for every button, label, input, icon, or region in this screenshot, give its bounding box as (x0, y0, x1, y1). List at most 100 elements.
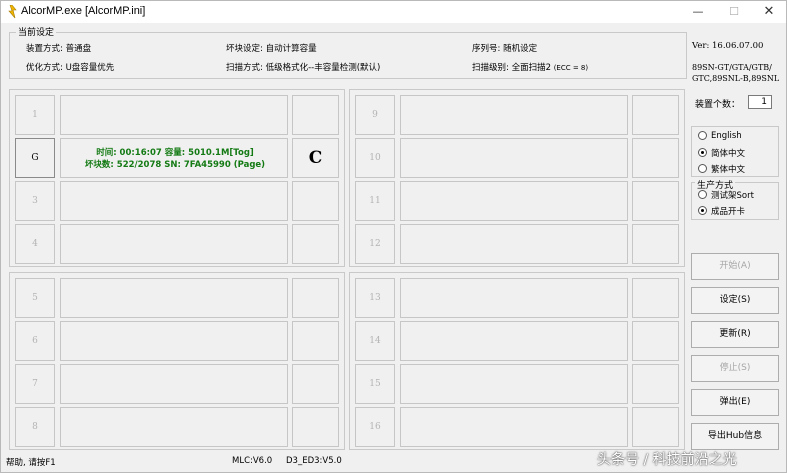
port-button-3[interactable]: 3 (15, 181, 55, 221)
port-info-15 (400, 364, 628, 404)
port-row-5: 5 (15, 278, 339, 318)
current-settings-group: 当前设定 装置方式: 普通盘 优化方式: U盘容量优先 坏块设定: 自动计算容量… (9, 25, 687, 79)
help-text: 帮助, 请按F1 (6, 458, 56, 468)
device-mode-text: 装置方式: 普通盘 (26, 44, 92, 54)
port-info-3 (60, 181, 288, 221)
language-group: English 简体中文 繁体中文 (691, 126, 779, 177)
port-info-6 (60, 321, 288, 361)
watermark-text: 头条号 / 科技前沿之光 (597, 452, 737, 468)
language-traditional-radio[interactable]: 繁体中文 (698, 163, 745, 175)
port-info-12 (400, 224, 628, 264)
eject-button[interactable]: 弹出(E) (691, 389, 779, 416)
production-sort-radio[interactable]: 测试架Sort (698, 189, 754, 201)
port-status-8 (292, 407, 339, 447)
optimize-mode-text: 优化方式: U盘容量优先 (26, 63, 115, 73)
port-status-1 (292, 95, 339, 135)
radio-icon (698, 130, 707, 140)
port-button-7[interactable]: 7 (15, 364, 55, 404)
port-info-9 (400, 95, 628, 135)
scan-level-text: 扫描级别: 全面扫描2 (ECC = 8) (472, 63, 589, 73)
port-row-2: G 时间: 00:16:07 容量: 5010.1M[Tog] 坏块数: 522… (15, 138, 339, 178)
port-info-8 (60, 407, 288, 447)
port-group-9-12: 9 10 11 12 (349, 89, 685, 267)
port-button-10[interactable]: 10 (355, 138, 395, 178)
production-card-radio[interactable]: 成品开卡 (698, 205, 745, 217)
port-info-16 (400, 407, 628, 447)
port-status-9 (632, 95, 679, 135)
port-status-7 (292, 364, 339, 404)
port-status-3 (292, 181, 339, 221)
port-button-6[interactable]: 6 (15, 321, 55, 361)
badblock-setting-text: 坏块设定: 自动计算容量 (226, 44, 317, 54)
port-row-16: 16 (355, 407, 679, 447)
port-button-11[interactable]: 11 (355, 181, 395, 221)
port-button-15[interactable]: 15 (355, 364, 395, 404)
port-status-12 (632, 224, 679, 264)
port-button-13[interactable]: 13 (355, 278, 395, 318)
port-info-2: 时间: 00:16:07 容量: 5010.1M[Tog] 坏块数: 522/2… (60, 138, 288, 178)
refresh-button[interactable]: 更新(R) (691, 321, 779, 348)
port-status-11 (632, 181, 679, 221)
port-status-4 (292, 224, 339, 264)
language-english-radio[interactable]: English (698, 130, 742, 142)
port-row-7: 7 (15, 364, 339, 404)
current-settings-legend: 当前设定 (16, 25, 57, 38)
maximize-button[interactable]: ☐ (717, 1, 751, 23)
radio-icon (698, 163, 707, 173)
device-count-field: 1 (748, 95, 772, 109)
port-info-14 (400, 321, 628, 361)
port-status-6 (292, 321, 339, 361)
port-group-1-4: 1 G 时间: 00:16:07 容量: 5010.1M[Tog] 坏块数: 5… (9, 89, 345, 267)
mlc-version: MLC:V6.0 (232, 456, 273, 466)
port-group-5-8: 5 6 7 8 (9, 272, 345, 450)
export-hub-button[interactable]: 导出Hub信息 (691, 423, 779, 450)
port-status-14 (632, 321, 679, 361)
port-button-4[interactable]: 4 (15, 224, 55, 264)
device-count-label: 装置个数： (695, 100, 741, 110)
port-row-15: 15 (355, 364, 679, 404)
port-group-13-16: 13 14 15 16 (349, 272, 685, 450)
port-row-8: 8 (15, 407, 339, 447)
start-button[interactable]: 开始(A) (691, 253, 779, 280)
port-info-badblocks-sn: 坏块数: 522/2078 SN: 7FA45990 (Page) (84, 160, 266, 170)
port-button-1[interactable]: 1 (15, 95, 55, 135)
settings-button[interactable]: 设定(S) (691, 287, 779, 314)
port-button-12[interactable]: 12 (355, 224, 395, 264)
port-info-10 (400, 138, 628, 178)
port-row-14: 14 (355, 321, 679, 361)
port-status-2: C (292, 138, 339, 178)
port-row-1: 1 (15, 95, 339, 135)
port-button-2[interactable]: G (15, 138, 55, 178)
port-button-9[interactable]: 9 (355, 95, 395, 135)
title-bar[interactable]: AlcorMP.exe [AlcorMP.ini] — ☐ ✕ (1, 1, 786, 23)
port-info-4 (60, 224, 288, 264)
app-icon (8, 5, 17, 19)
port-button-16[interactable]: 16 (355, 407, 395, 447)
serial-text: 序列号: 随机设定 (472, 44, 538, 54)
port-status-16 (632, 407, 679, 447)
port-info-5 (60, 278, 288, 318)
window-title: AlcorMP.exe [AlcorMP.ini] (21, 5, 146, 17)
port-info-13 (400, 278, 628, 318)
stop-button[interactable]: 停止(S) (691, 355, 779, 382)
language-simplified-radio[interactable]: 简体中文 (698, 147, 745, 159)
port-info-11 (400, 181, 628, 221)
port-info-time-capacity: 时间: 00:16:07 容量: 5010.1M[Tog] (96, 148, 254, 158)
close-button[interactable]: ✕ (752, 1, 786, 23)
port-info-7 (60, 364, 288, 404)
port-row-3: 3 (15, 181, 339, 221)
port-row-13: 13 (355, 278, 679, 318)
production-mode-group: 生产方式 测试架Sort 成品开卡 (691, 178, 779, 220)
port-info-1 (60, 95, 288, 135)
port-row-4: 4 (15, 224, 339, 264)
radio-icon (698, 189, 707, 199)
port-button-8[interactable]: 8 (15, 407, 55, 447)
model-line-2: GTC,89SNL-B,89SNL (692, 74, 780, 83)
port-status-5 (292, 278, 339, 318)
port-row-9: 9 (355, 95, 679, 135)
minimize-button[interactable]: — (681, 1, 715, 23)
port-row-12: 12 (355, 224, 679, 264)
port-status-10 (632, 138, 679, 178)
port-button-5[interactable]: 5 (15, 278, 55, 318)
port-button-14[interactable]: 14 (355, 321, 395, 361)
